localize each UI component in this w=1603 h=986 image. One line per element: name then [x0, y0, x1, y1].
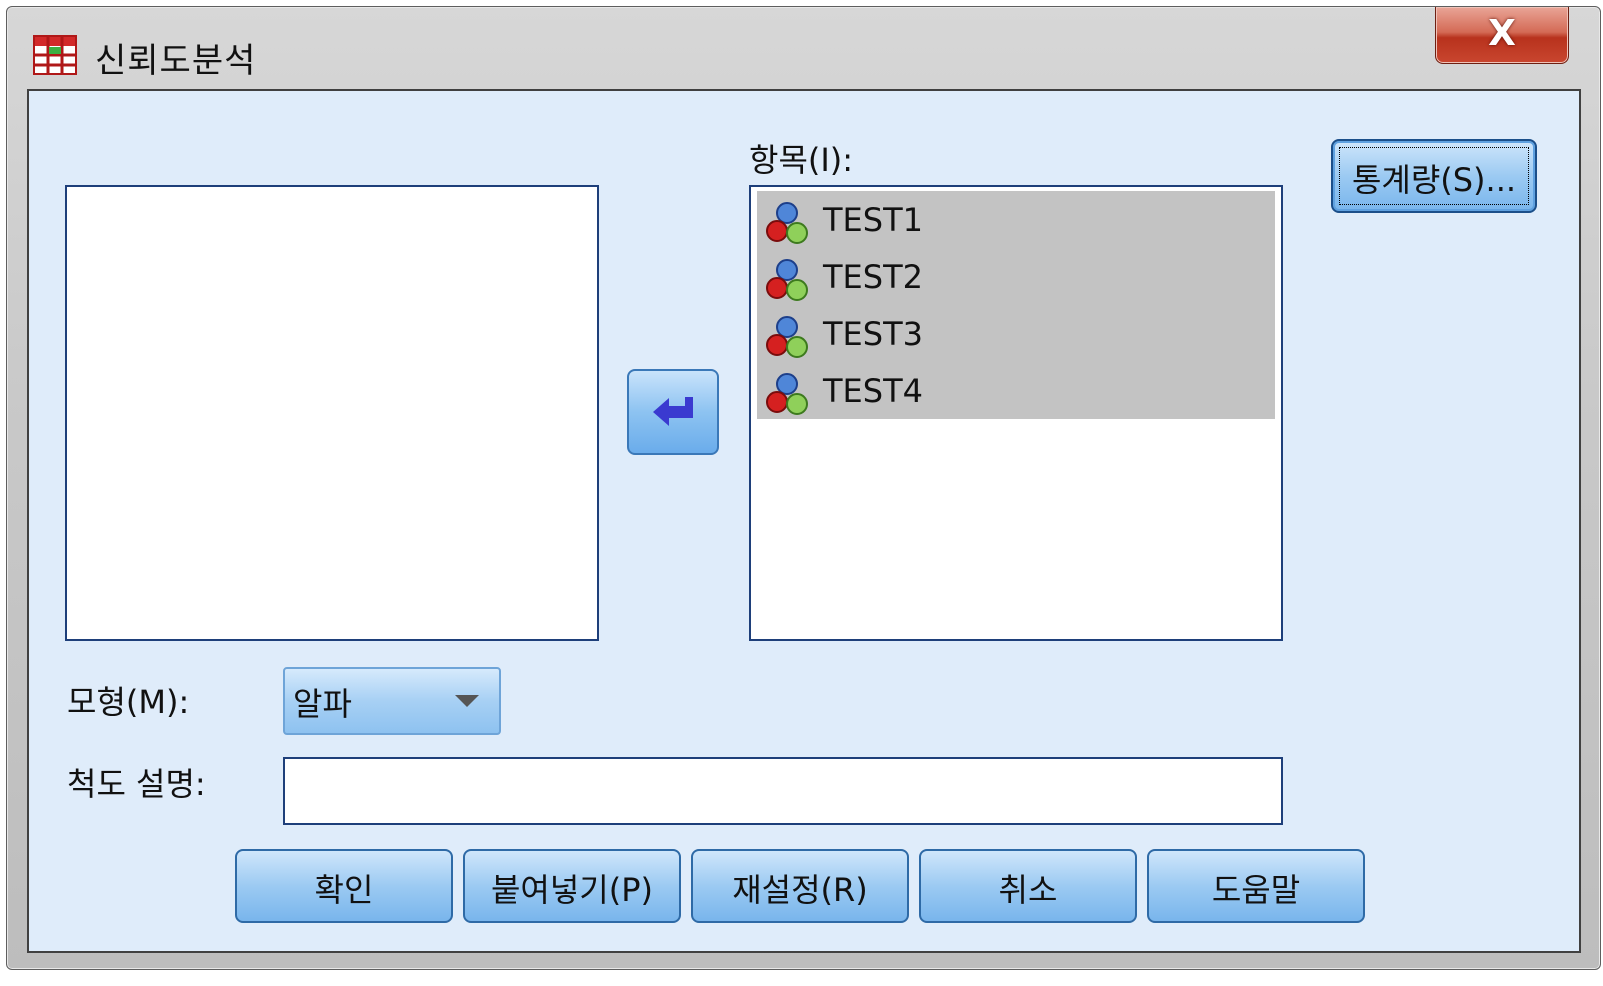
model-select[interactable]: 알파	[283, 667, 501, 735]
paste-button-label: 붙여넣기(P)	[490, 871, 654, 909]
paste-button[interactable]: 붙여넣기(P)	[463, 849, 681, 923]
help-button[interactable]: 도움말	[1147, 849, 1365, 923]
list-item-test2[interactable]: TEST2	[757, 248, 1275, 305]
item-label: TEST2	[823, 258, 923, 296]
scale-label-label: 척도 설명:	[67, 765, 206, 803]
item-label: TEST3	[823, 315, 923, 353]
statistics-button-label: 통계량(S)...	[1351, 161, 1517, 199]
list-item-test3[interactable]: TEST3	[757, 305, 1275, 362]
reset-button[interactable]: 재설정(R)	[691, 849, 909, 923]
dialog-body: 항목(I): TEST1 TEST2 TEST3 TEST4 통계량(S)...…	[27, 89, 1581, 953]
arrow-left-icon	[653, 397, 693, 426]
model-select-value: 알파	[293, 685, 352, 723]
list-item-test1[interactable]: TEST1	[757, 191, 1275, 248]
reset-button-label: 재설정(R)	[732, 871, 868, 909]
list-item-test4[interactable]: TEST4	[757, 362, 1275, 419]
source-variable-list[interactable]	[65, 185, 599, 641]
items-list[interactable]: TEST1 TEST2 TEST3 TEST4	[749, 185, 1283, 641]
item-label: TEST4	[823, 372, 923, 410]
title-bar[interactable]: 신뢰도분석 X	[7, 7, 1600, 89]
cancel-button-label: 취소	[998, 871, 1058, 909]
item-label: TEST1	[823, 201, 923, 239]
scale-variable-icon	[766, 373, 808, 415]
close-icon: X	[1488, 13, 1516, 54]
ok-button[interactable]: 확인	[235, 849, 453, 923]
items-label: 항목(I):	[749, 141, 854, 179]
window-title: 신뢰도분석	[95, 41, 257, 81]
scale-variable-icon	[766, 316, 808, 358]
scale-label-input[interactable]	[283, 757, 1283, 825]
scale-variable-icon	[766, 202, 808, 244]
model-label: 모형(M):	[67, 683, 190, 721]
chevron-down-icon	[455, 695, 479, 707]
close-button[interactable]: X	[1435, 7, 1569, 64]
statistics-button[interactable]: 통계량(S)...	[1331, 139, 1537, 213]
help-button-label: 도움말	[1211, 871, 1301, 909]
reliability-analysis-dialog: 신뢰도분석 X 항목(I): TEST1 TEST2 TEST3 TEST4 통…	[6, 6, 1601, 970]
cancel-button[interactable]: 취소	[919, 849, 1137, 923]
ok-button-label: 확인	[314, 871, 374, 909]
scale-variable-icon	[766, 259, 808, 301]
move-back-button[interactable]	[627, 369, 719, 455]
app-table-icon	[33, 35, 77, 75]
